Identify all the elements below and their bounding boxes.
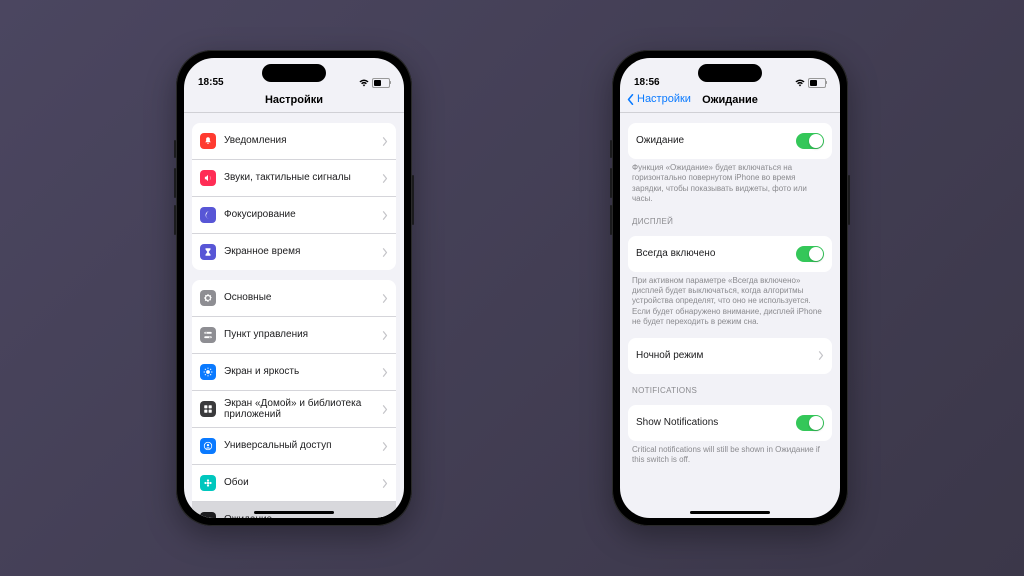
row-label: Ночной режим [636,350,810,362]
row-label: Экран «Домой» и библиотека приложений [224,398,374,421]
settings-row-control[interactable]: Пункт управления [192,316,396,353]
settings-row-screentime[interactable]: Экранное время [192,233,396,270]
chevron-right-icon [382,331,388,340]
chevron-right-icon [382,368,388,377]
row-label: Уведомления [224,135,374,147]
setting-row[interactable]: Всегда включено [628,236,832,272]
page-title: Ожидание [702,94,758,106]
side-button [848,175,850,225]
home-indicator [254,511,334,514]
grid-icon [200,401,216,417]
switches-icon [200,327,216,343]
setting-row[interactable]: Ожидание [628,123,832,159]
section-footer: Функция «Ожидание» будет включаться на г… [632,163,828,205]
phone-left: 18:55 Настройки Уведомления Звуки, тактил… [176,50,412,526]
settings-row-sounds[interactable]: Звуки, тактильные сигналы [192,159,396,196]
status-time: 18:56 [634,77,660,88]
chevron-right-icon [382,405,388,414]
chevron-right-icon [382,479,388,488]
row-label: Всегда включено [636,248,788,260]
toggle-switch[interactable] [796,246,824,262]
sun-icon [200,364,216,380]
chevron-right-icon [382,442,388,451]
settings-list[interactable]: Уведомления Звуки, тактильные сигналы Фоку… [184,113,404,518]
chevron-right-icon [382,211,388,220]
dynamic-island [698,64,762,82]
speaker-icon [200,170,216,186]
chevron-right-icon [382,294,388,303]
row-label: Универсальный доступ [224,440,374,452]
standby-settings[interactable]: Ожидание Функция «Ожидание» будет включат… [620,113,840,518]
battery-icon [808,78,826,88]
settings-row-notifications[interactable]: Уведомления [192,123,396,159]
wifi-icon [359,79,369,87]
chevron-right-icon [818,351,824,360]
setting-row[interactable]: Ночной режим [628,338,832,374]
section-group: Show Notifications [628,405,832,441]
row-label: Ожидание [636,135,788,147]
volume-down [174,205,176,235]
toggle-switch[interactable] [796,415,824,431]
row-label: Звуки, тактильные сигналы [224,172,374,184]
navbar-right: Настройки Ожидание [620,90,840,113]
settings-row-home[interactable]: Экран «Домой» и библиотека приложений [192,390,396,427]
settings-row-general[interactable]: Основные [192,280,396,316]
section-header: ДИСПЛЕЙ [632,217,828,226]
mute-switch [174,140,176,158]
volume-up [174,168,176,198]
status-time: 18:55 [198,77,224,88]
row-label: Экранное время [224,246,374,258]
section-group: Ожидание [628,123,832,159]
page-title: Настройки [265,94,323,106]
flower-icon [200,475,216,491]
back-button[interactable]: Настройки [626,93,691,105]
row-label: Фокусирование [224,209,374,221]
section-footer: Critical notifications will still be sho… [632,445,828,466]
settings-group: Основные Пункт управления Экран и яркость Э… [192,280,396,518]
row-label: Show Notifications [636,417,788,429]
chevron-right-icon [382,174,388,183]
section-footer: При активном параметре «Всегда включено»… [632,276,828,328]
settings-row-display[interactable]: Экран и яркость [192,353,396,390]
battery-icon [372,78,390,88]
chevron-right-icon [382,248,388,257]
toggle-switch[interactable] [796,133,824,149]
wifi-icon [795,79,805,87]
screen-left: 18:55 Настройки Уведомления Звуки, тактил… [184,58,404,518]
section-group: Ночной режим [628,338,832,374]
dynamic-island [262,64,326,82]
volume-up [610,168,612,198]
mute-switch [610,140,612,158]
standby-icon [200,512,216,518]
settings-row-accessibility[interactable]: Универсальный доступ [192,427,396,464]
person-icon [200,438,216,454]
settings-row-wallpaper[interactable]: Обои [192,464,396,501]
side-button [412,175,414,225]
back-label: Настройки [637,93,691,105]
chevron-right-icon [382,516,388,519]
moon-icon [200,207,216,223]
row-label: Пункт управления [224,329,374,341]
volume-down [610,205,612,235]
phone-right: 18:56 Настройки Ожидание Ожидание Функция… [612,50,848,526]
screen-right: 18:56 Настройки Ожидание Ожидание Функция… [620,58,840,518]
hourglass-icon [200,244,216,260]
chevron-right-icon [382,137,388,146]
row-label: Ожидание [224,514,374,518]
settings-group: Уведомления Звуки, тактильные сигналы Фоку… [192,123,396,270]
settings-row-standby[interactable]: Ожидание [192,501,396,518]
navbar-left: Настройки [184,90,404,113]
bell-icon [200,133,216,149]
row-label: Обои [224,477,374,489]
row-label: Экран и яркость [224,366,374,378]
home-indicator [690,511,770,514]
row-label: Основные [224,292,374,304]
settings-row-focus[interactable]: Фокусирование [192,196,396,233]
section-header: NOTIFICATIONS [632,386,828,395]
setting-row[interactable]: Show Notifications [628,405,832,441]
section-group: Всегда включено [628,236,832,272]
gear-icon [200,290,216,306]
